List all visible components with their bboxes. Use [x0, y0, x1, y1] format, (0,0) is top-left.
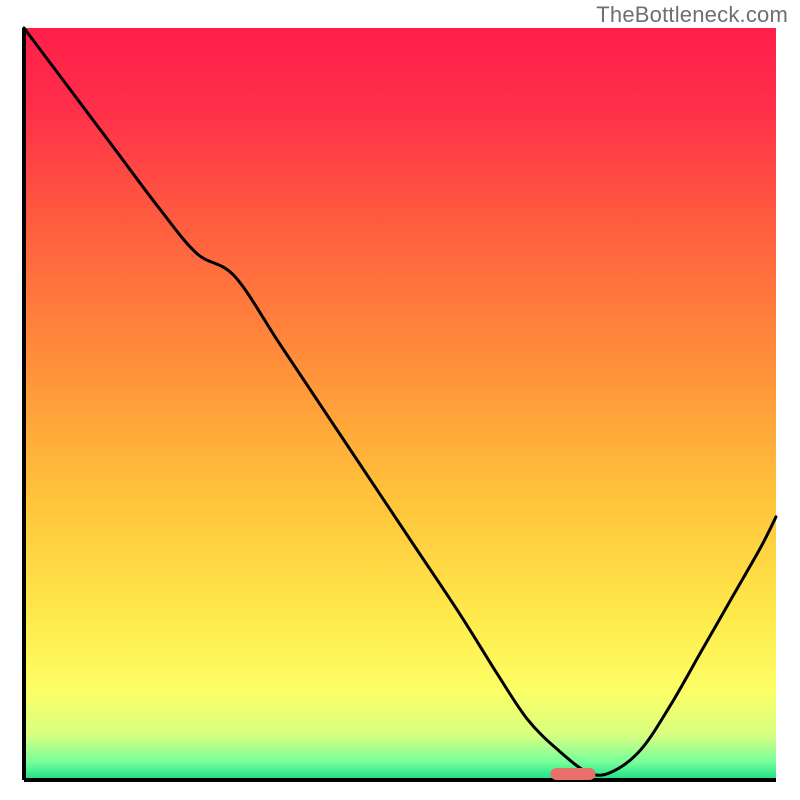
plot-area	[24, 28, 776, 780]
valley-marker	[550, 768, 595, 780]
chart-container: TheBottleneck.com	[0, 0, 800, 800]
chart-svg	[0, 0, 800, 800]
